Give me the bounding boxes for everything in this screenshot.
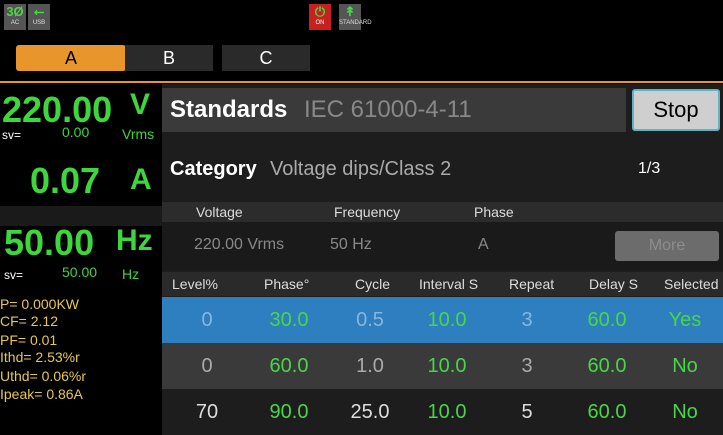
cell-interval: 10.0: [427, 309, 467, 331]
category-label: Category: [170, 158, 257, 180]
column-header-level: Level%: [172, 276, 218, 292]
page-indicator: 1/3: [638, 160, 661, 177]
table-row[interactable]: 0 60.0 1.0 10.0 3 60.0 No: [162, 343, 723, 389]
tab-c[interactable]: C: [222, 45, 310, 71]
category-value[interactable]: Voltage dips/Class 2: [270, 158, 451, 181]
category-row: Category Voltage dips/Class 2 1/3: [162, 140, 723, 196]
voltage-unit: V: [130, 88, 151, 121]
cell-delay: 60.0: [587, 355, 627, 377]
frequency-reading: 50.00: [4, 222, 95, 263]
standards-value[interactable]: IEC 61000-4-11: [304, 96, 472, 124]
cell-delay: 60.0: [587, 309, 627, 331]
cell-cycle: 25.0: [350, 401, 390, 423]
stop-button[interactable]: Stop: [632, 89, 720, 131]
standard-icon: ↟ STANDARD: [339, 4, 372, 30]
cell-phase: 30.0: [269, 309, 309, 331]
standards-title-bar: Standards IEC 61000-4-11: [162, 88, 626, 132]
cell-level: 0: [201, 355, 213, 377]
params-header: Voltage Frequency Phase: [162, 202, 723, 222]
frequency-unit: Hz: [116, 224, 153, 257]
ipeak-info: Ipeak= 0.86A: [0, 386, 83, 402]
param-header-frequency: Frequency: [334, 204, 401, 220]
column-header-cycle: Cycle: [355, 276, 391, 292]
current-unit: A: [130, 163, 152, 196]
cell-interval: 10.0: [427, 401, 467, 423]
more-button[interactable]: More: [615, 231, 719, 261]
column-header-phase: Phase°: [264, 276, 310, 292]
cell-level: 0: [201, 309, 213, 331]
uthd-info: Uthd= 0.06%r: [0, 368, 86, 384]
crest-factor-info: CF= 2.12: [0, 313, 58, 329]
cell-repeat: 5: [521, 401, 533, 423]
frequency-sv-label: sv=: [4, 268, 24, 282]
status-bar: 3Ø AC ⭠ USB ⏻ ON ↟ STANDARD: [0, 0, 723, 38]
cell-selected: Yes: [668, 309, 702, 331]
cell-cycle: 0.5: [356, 309, 384, 331]
param-phase-value: A: [478, 236, 489, 253]
voltage-reading: 220.00: [2, 89, 113, 130]
cell-selected: No: [672, 401, 698, 423]
power-info: P= 0.000KW: [0, 296, 79, 312]
column-header-delay: Delay S: [589, 276, 639, 292]
cell-phase: 60.0: [269, 355, 309, 377]
table-row[interactable]: 70 90.0 25.0 10.0 5 60.0 No: [162, 389, 723, 435]
cell-repeat: 3: [521, 355, 533, 377]
param-voltage-value: 220.00 Vrms: [194, 236, 285, 253]
frequency-sv-value: 50.00: [62, 264, 98, 280]
cell-phase: 90.0: [269, 401, 309, 423]
power-factor-info: PF= 0.01: [0, 332, 58, 348]
voltage-sv-value: 0.00: [62, 124, 90, 140]
voltage-sv-label: sv=: [2, 128, 22, 142]
current-reading: 0.07: [30, 160, 101, 201]
column-header-interval: Interval S: [419, 276, 479, 292]
frequency-sv-unit: Hz: [122, 266, 140, 282]
cell-repeat: 3: [521, 309, 533, 331]
power-on-icon: ⏻ ON: [309, 4, 331, 30]
tab-b[interactable]: B: [125, 45, 213, 71]
standards-label: Standards: [170, 96, 288, 123]
column-header-repeat: Repeat: [509, 276, 555, 292]
column-header-selected: Selected: [664, 276, 719, 292]
cell-selected: No: [672, 355, 698, 377]
cell-cycle: 1.0: [356, 355, 384, 377]
three-phase-icon: 3Ø AC: [4, 4, 26, 30]
voltage-sv-unit: Vrms: [122, 126, 155, 142]
usb-icon: ⭠ USB: [28, 4, 50, 30]
cell-delay: 60.0: [587, 401, 627, 423]
cell-level: 70: [195, 401, 219, 423]
param-header-phase: Phase: [474, 204, 514, 220]
tab-a[interactable]: A: [16, 45, 126, 71]
param-header-voltage: Voltage: [196, 204, 243, 220]
cell-interval: 10.0: [427, 355, 467, 377]
ithd-info: Ithd= 2.53%r: [0, 349, 80, 365]
param-frequency-value: 50 Hz: [330, 236, 372, 253]
table-row[interactable]: 0 30.0 0.5 10.0 3 60.0 Yes: [162, 297, 723, 343]
divider: [0, 81, 723, 83]
